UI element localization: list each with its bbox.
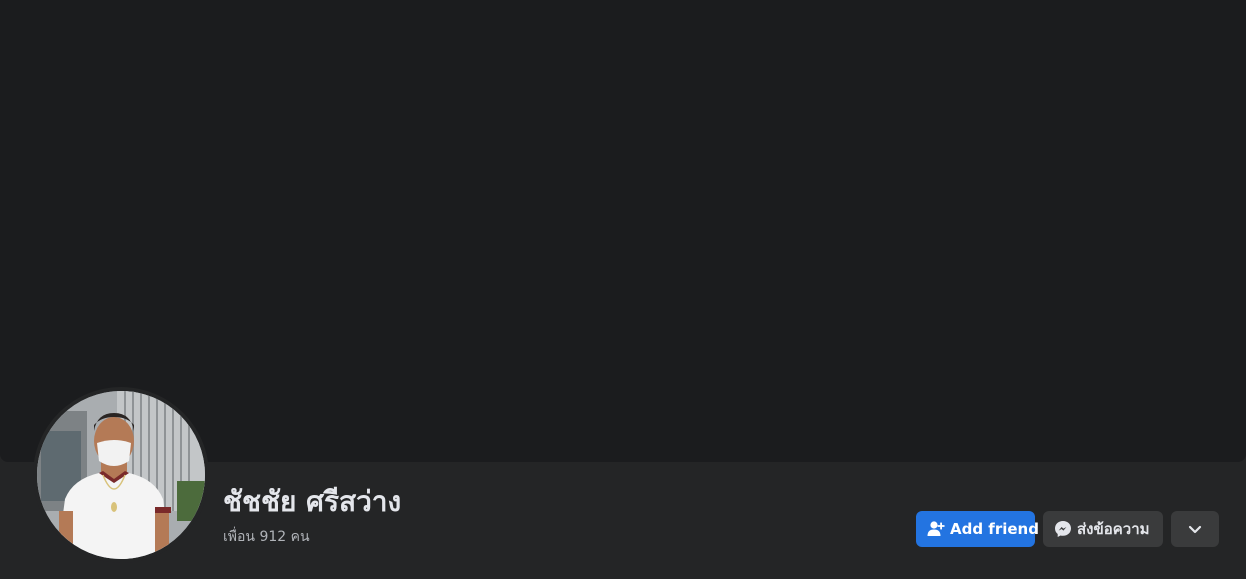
friends-count[interactable]: เพื่อน 912 คน [223,527,310,547]
add-person-icon [927,520,945,538]
more-options-button[interactable] [1171,511,1219,547]
cover-photo[interactable] [0,0,1246,462]
profile-picture[interactable] [37,391,205,559]
add-friend-button[interactable]: Add friend [916,511,1039,547]
message-button[interactable]: ส่งข้อความ [1043,511,1163,547]
messenger-icon [1054,520,1072,538]
chevron-down-icon [1186,520,1204,538]
message-label: ส่งข้อความ [1077,520,1150,538]
profile-picture-frame [33,387,209,563]
profile-page: ชัชชัย ศรีสว่าง เพื่อน 912 คน Add friend… [0,0,1246,579]
add-friend-label: Add friend [950,520,1039,538]
profile-name: ชัชชัย ศรีสว่าง [223,485,402,518]
profile-photo-illustration [37,391,205,559]
